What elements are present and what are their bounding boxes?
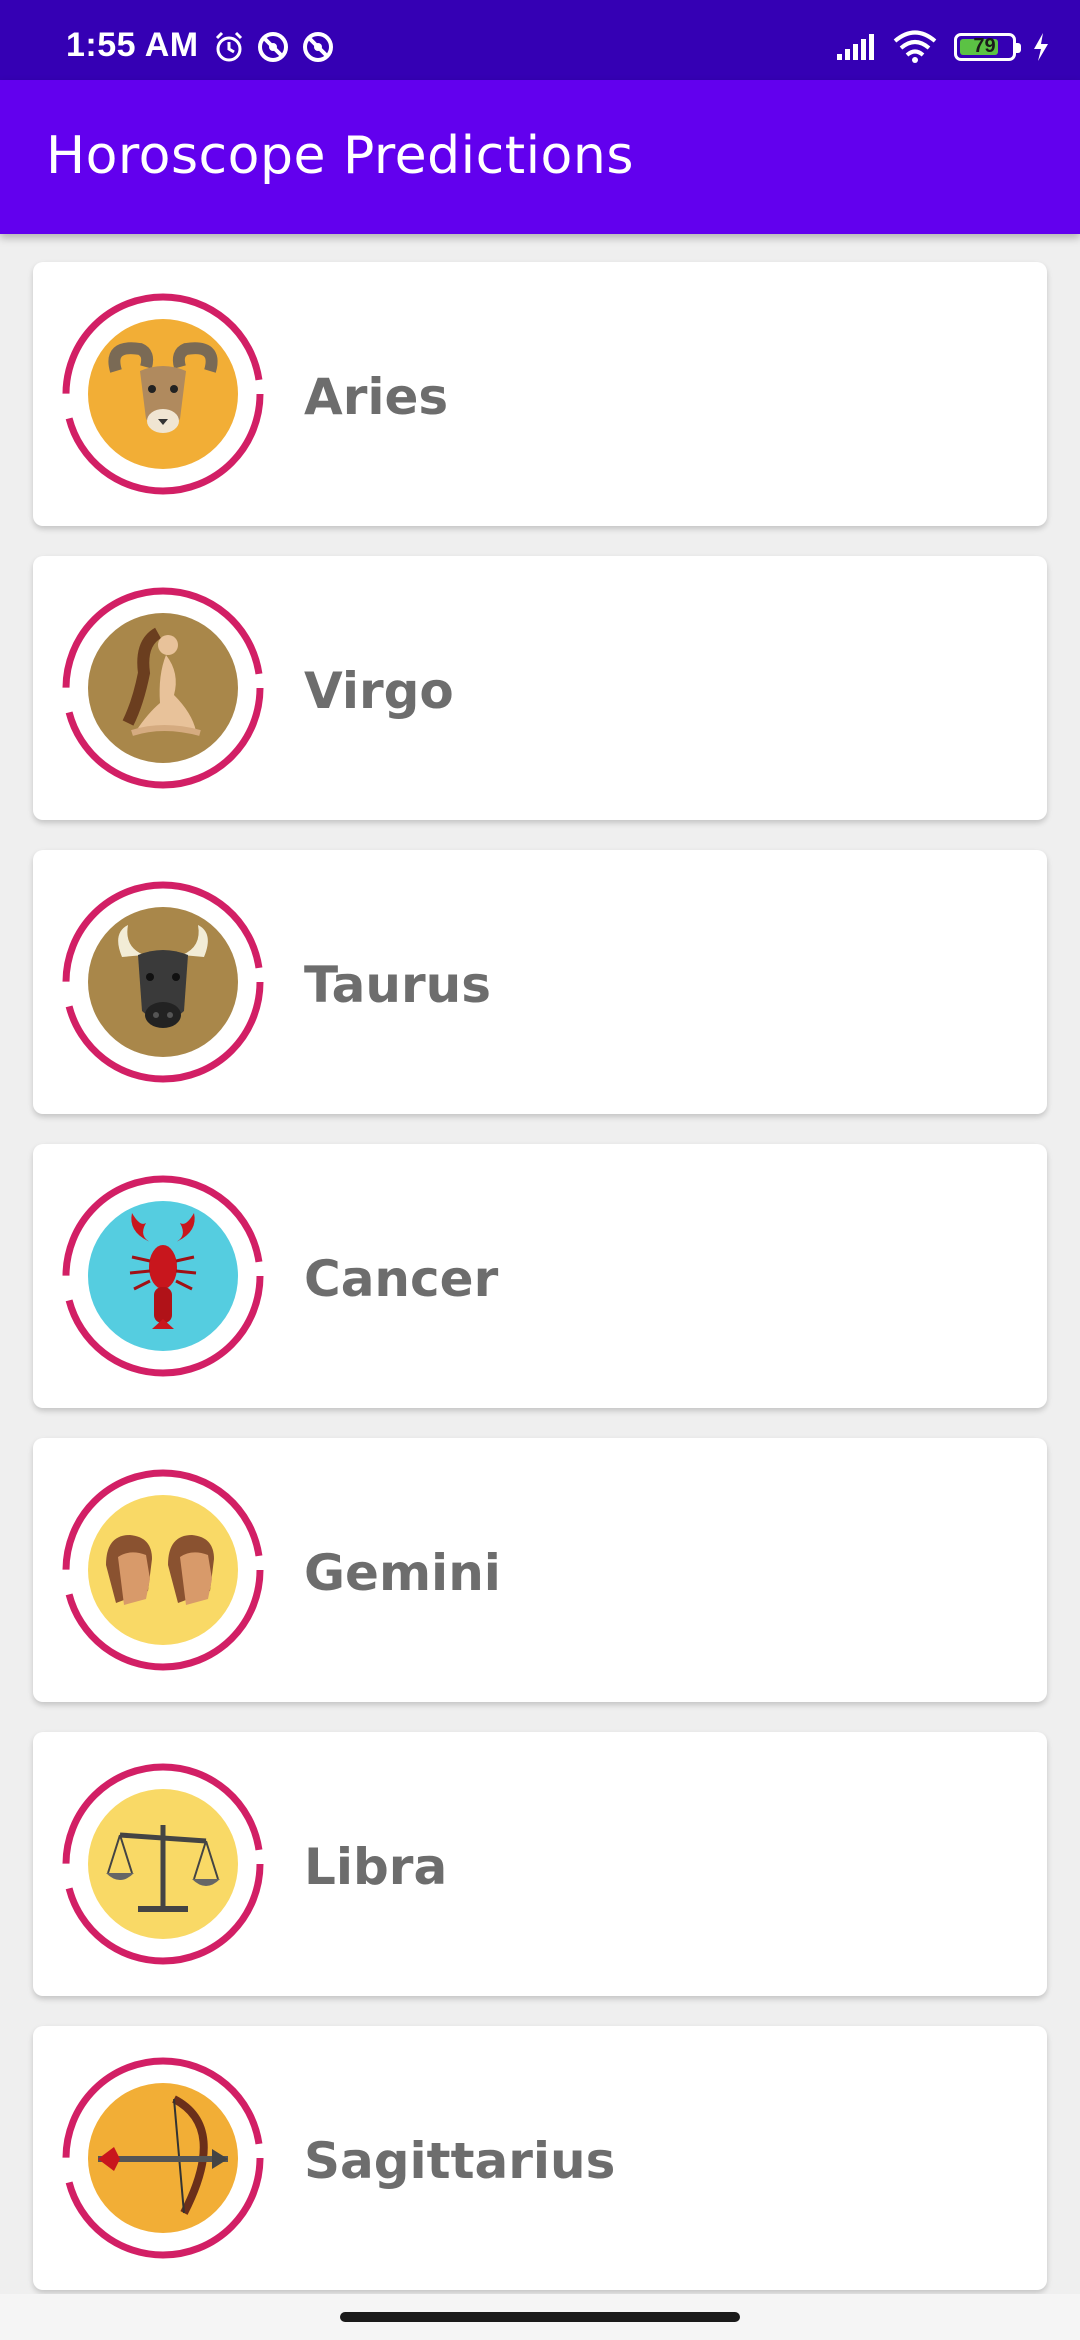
sign-avatar xyxy=(88,1495,238,1645)
battery-level: 79 xyxy=(973,35,996,57)
sign-name: Virgo xyxy=(304,662,454,720)
status-notification-icons xyxy=(212,30,341,70)
sign-name: Libra xyxy=(304,1838,448,1896)
sign-card-gemini[interactable]: Gemini xyxy=(33,1438,1047,1702)
ram-icon xyxy=(108,342,218,433)
page-title: Horoscope Predictions xyxy=(46,126,634,186)
alarm-icon xyxy=(215,31,243,62)
bow-and-arrow-icon xyxy=(98,2095,228,2215)
sign-avatar-ring xyxy=(60,1761,266,1967)
sign-name: Taurus xyxy=(304,956,492,1014)
maiden-icon xyxy=(122,627,201,736)
sign-avatar xyxy=(88,907,238,1057)
battery-cap xyxy=(1015,43,1021,53)
sign-card-aries[interactable]: Aries xyxy=(33,262,1047,526)
sign-avatar-ring xyxy=(60,585,266,791)
twins-icon xyxy=(106,1535,214,1605)
sign-card-libra[interactable]: Libra xyxy=(33,1732,1047,1996)
battery-icon: 79 xyxy=(953,33,1021,61)
gesture-handle[interactable] xyxy=(340,2312,740,2322)
do-not-disturb-icon xyxy=(302,32,333,62)
status-bar: 1:55 AM 79 xyxy=(0,0,1080,80)
do-not-disturb-icon xyxy=(258,32,289,62)
status-system-icons: 79 xyxy=(823,30,1050,70)
sign-card-cancer[interactable]: Cancer xyxy=(33,1144,1047,1408)
sign-avatar xyxy=(88,613,238,763)
sign-avatar-ring xyxy=(60,1467,266,1673)
sign-card-sagittarius[interactable]: Sagittarius xyxy=(33,2026,1047,2290)
sign-avatar-ring xyxy=(60,291,266,497)
sign-avatar xyxy=(88,2083,238,2233)
app-bar: Horoscope Predictions xyxy=(0,80,1080,234)
bull-icon xyxy=(118,925,208,1028)
sign-name: Sagittarius xyxy=(304,2132,616,2190)
horoscope-list[interactable]: Aries Virgo Taurus Cancer Gemini Libra S… xyxy=(0,234,1080,2294)
sign-name: Aries xyxy=(304,368,449,426)
sign-card-taurus[interactable]: Taurus xyxy=(33,850,1047,1114)
sign-avatar xyxy=(88,1789,238,1939)
sign-name: Gemini xyxy=(304,1544,501,1602)
sign-card-virgo[interactable]: Virgo xyxy=(33,556,1047,820)
wifi-icon xyxy=(893,30,937,63)
lobster-icon xyxy=(129,1213,197,1329)
sign-avatar xyxy=(88,319,238,469)
sign-avatar-ring xyxy=(60,1173,266,1379)
status-time: 1:55 AM xyxy=(66,26,199,64)
sign-name: Cancer xyxy=(304,1250,499,1308)
cell-signal-icon xyxy=(836,34,874,60)
scales-icon xyxy=(106,1825,220,1912)
sign-avatar xyxy=(88,1201,238,1351)
sign-avatar-ring xyxy=(60,879,266,1085)
sign-avatar-ring xyxy=(60,2055,266,2261)
charging-icon xyxy=(1034,33,1048,61)
